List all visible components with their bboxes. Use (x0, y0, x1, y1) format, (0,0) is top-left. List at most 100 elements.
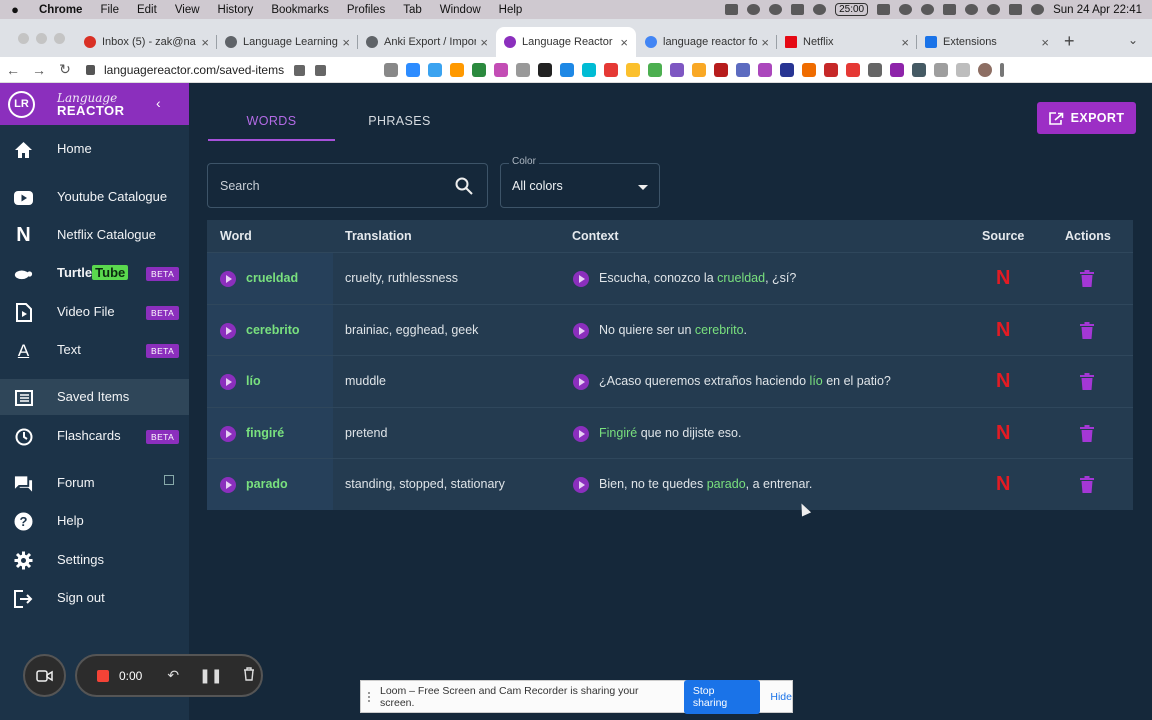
delete-trash-icon[interactable] (1080, 476, 1094, 494)
saved-word[interactable]: parado (246, 477, 288, 491)
star-extension-icon[interactable] (758, 63, 772, 77)
calendar-icon[interactable] (791, 4, 805, 15)
sidebar-item-youtube-catalogue[interactable]: Youtube Catalogue (0, 179, 189, 215)
profile-avatar[interactable] (978, 63, 992, 77)
search-icon[interactable] (455, 177, 473, 200)
grid-extension-icon[interactable] (890, 63, 904, 77)
menu-file[interactable]: File (91, 4, 128, 16)
mail-extension-icon[interactable] (494, 63, 508, 77)
more-menu-icon[interactable] (1000, 63, 1004, 77)
yellow-extension-icon[interactable] (626, 63, 640, 77)
pomodoro-timer[interactable]: 25:00 (835, 3, 869, 16)
netflix-source-icon[interactable]: N (996, 268, 1010, 288)
reload-icon[interactable]: ↻ (52, 61, 78, 78)
control-center-icon[interactable] (1009, 4, 1023, 15)
flag-extension-icon[interactable] (846, 63, 860, 77)
play-word-audio-icon[interactable] (220, 271, 236, 287)
notion-extension-icon[interactable] (538, 63, 552, 77)
sidebar-item-sign-out[interactable]: Sign out (0, 580, 189, 616)
forward-arrow-icon[interactable]: → (26, 62, 52, 78)
drive-extension-icon[interactable] (648, 63, 662, 77)
wifi-icon[interactable] (965, 4, 979, 15)
camera-extension-icon[interactable] (384, 63, 398, 77)
mic-icon[interactable] (725, 4, 739, 15)
netflix-source-icon[interactable]: N (996, 474, 1010, 494)
battery-icon[interactable] (943, 4, 957, 15)
restart-icon[interactable]: ↶ (167, 667, 179, 684)
sidepanel-icon[interactable] (956, 63, 970, 77)
clock-datetime[interactable]: Sun 24 Apr 22:41 (1053, 4, 1142, 16)
browser-tab-netflix[interactable]: Netflix × (777, 27, 917, 57)
close-tab-icon[interactable]: × (1041, 35, 1049, 50)
siri-icon[interactable] (1031, 4, 1045, 15)
sidebar-item-help[interactable]: ? Help (0, 503, 189, 539)
menu-tab[interactable]: Tab (394, 4, 431, 16)
tab-words[interactable]: WORDS (208, 106, 335, 141)
close-tab-icon[interactable]: × (761, 35, 769, 50)
browser-tab-gmail[interactable]: Inbox (5) - zak@na × (76, 27, 217, 57)
tab-search-chevron-icon[interactable]: ⌄ (1128, 33, 1138, 47)
logo-badge[interactable]: LR (8, 90, 35, 118)
brightness-icon[interactable] (813, 4, 827, 15)
sidebar-item-forum[interactable]: Forum (0, 465, 189, 501)
saved-word[interactable]: fingiré (246, 426, 284, 440)
minimize-window-button[interactable] (36, 33, 47, 44)
spotlight-icon[interactable] (987, 4, 1001, 15)
new-tab-button[interactable]: + (1064, 31, 1075, 52)
play-context-audio-icon[interactable] (573, 374, 589, 391)
zoom-window-button[interactable] (54, 33, 65, 44)
cloud-icon[interactable] (769, 4, 783, 15)
play-word-audio-icon[interactable] (220, 322, 236, 339)
address-bar[interactable]: languagereactor.com/saved-items (86, 59, 376, 81)
saved-word[interactable]: lío (246, 374, 261, 388)
collapse-sidebar-icon[interactable]: ‹ (156, 95, 161, 111)
diamond-extension-icon[interactable] (560, 63, 574, 77)
url-text[interactable]: languagereactor.com/saved-items (104, 63, 284, 77)
screen-extension-icon[interactable] (824, 63, 838, 77)
mic-icon[interactable] (294, 64, 306, 76)
context-sentence[interactable]: Escucha, conozco la crueldad, ¿sí? (599, 271, 796, 285)
sidebar-item-flashcards[interactable]: Flashcards BETA (0, 418, 189, 454)
amazon-extension-icon[interactable] (450, 63, 464, 77)
close-window-button[interactable] (18, 33, 29, 44)
netflix-source-icon[interactable]: N (996, 371, 1010, 391)
play-context-audio-icon[interactable] (573, 477, 589, 494)
menu-edit[interactable]: Edit (128, 4, 166, 16)
close-tab-icon[interactable]: × (901, 35, 909, 50)
color-filter-select[interactable]: Color All colors (500, 156, 660, 208)
menu-window[interactable]: Window (431, 4, 490, 16)
red-extension-icon[interactable] (604, 63, 618, 77)
share-icon[interactable] (315, 64, 327, 76)
menu-view[interactable]: View (166, 4, 209, 16)
saved-word[interactable]: cerebrito (246, 323, 300, 337)
doc-extension-icon[interactable] (868, 63, 882, 77)
apple-icon[interactable]: ● (0, 2, 30, 17)
brand-wordmark[interactable]: Language REACTOR (57, 92, 125, 117)
context-sentence[interactable]: No quiere ser un cerebrito. (599, 323, 747, 337)
sync-icon[interactable] (747, 4, 761, 15)
close-tab-icon[interactable]: × (342, 35, 350, 50)
close-tab-icon[interactable]: × (201, 35, 209, 50)
circle-extension-icon[interactable] (582, 63, 596, 77)
browser-tab-language-reactor[interactable]: Language Reactor × (496, 27, 636, 57)
sidebar-item-netflix-catalogue[interactable]: N Netflix Catalogue (0, 217, 189, 253)
sidebar-item-turtle-tube[interactable]: Turtle Tube BETA (0, 255, 189, 291)
browser-tab-language-learning[interactable]: Language Learning × (217, 27, 358, 57)
saved-word[interactable]: crueldad (246, 271, 298, 285)
lock-icon[interactable] (86, 65, 95, 75)
context-sentence[interactable]: Bien, no te quedes parado, a entrenar. (599, 477, 812, 491)
search-input[interactable]: Search (207, 163, 488, 208)
play-context-audio-icon[interactable] (573, 322, 589, 339)
fox-extension-icon[interactable] (802, 63, 816, 77)
browser-tab-anki[interactable]: Anki Export / Impor × (358, 27, 496, 57)
play-icon[interactable] (899, 4, 913, 15)
menu-bookmarks[interactable]: Bookmarks (262, 4, 338, 16)
camera-toggle-button[interactable] (23, 654, 66, 697)
netflix-source-icon[interactable]: N (996, 320, 1010, 340)
hide-banner-link[interactable]: Hide (770, 691, 792, 703)
browser-tab-google-search[interactable]: language reactor fo × (637, 27, 777, 57)
delete-trash-icon[interactable] (1080, 424, 1094, 442)
delete-trash-icon[interactable] (1080, 321, 1094, 339)
menu-help[interactable]: Help (490, 4, 532, 16)
export-button[interactable]: EXPORT (1037, 102, 1136, 134)
